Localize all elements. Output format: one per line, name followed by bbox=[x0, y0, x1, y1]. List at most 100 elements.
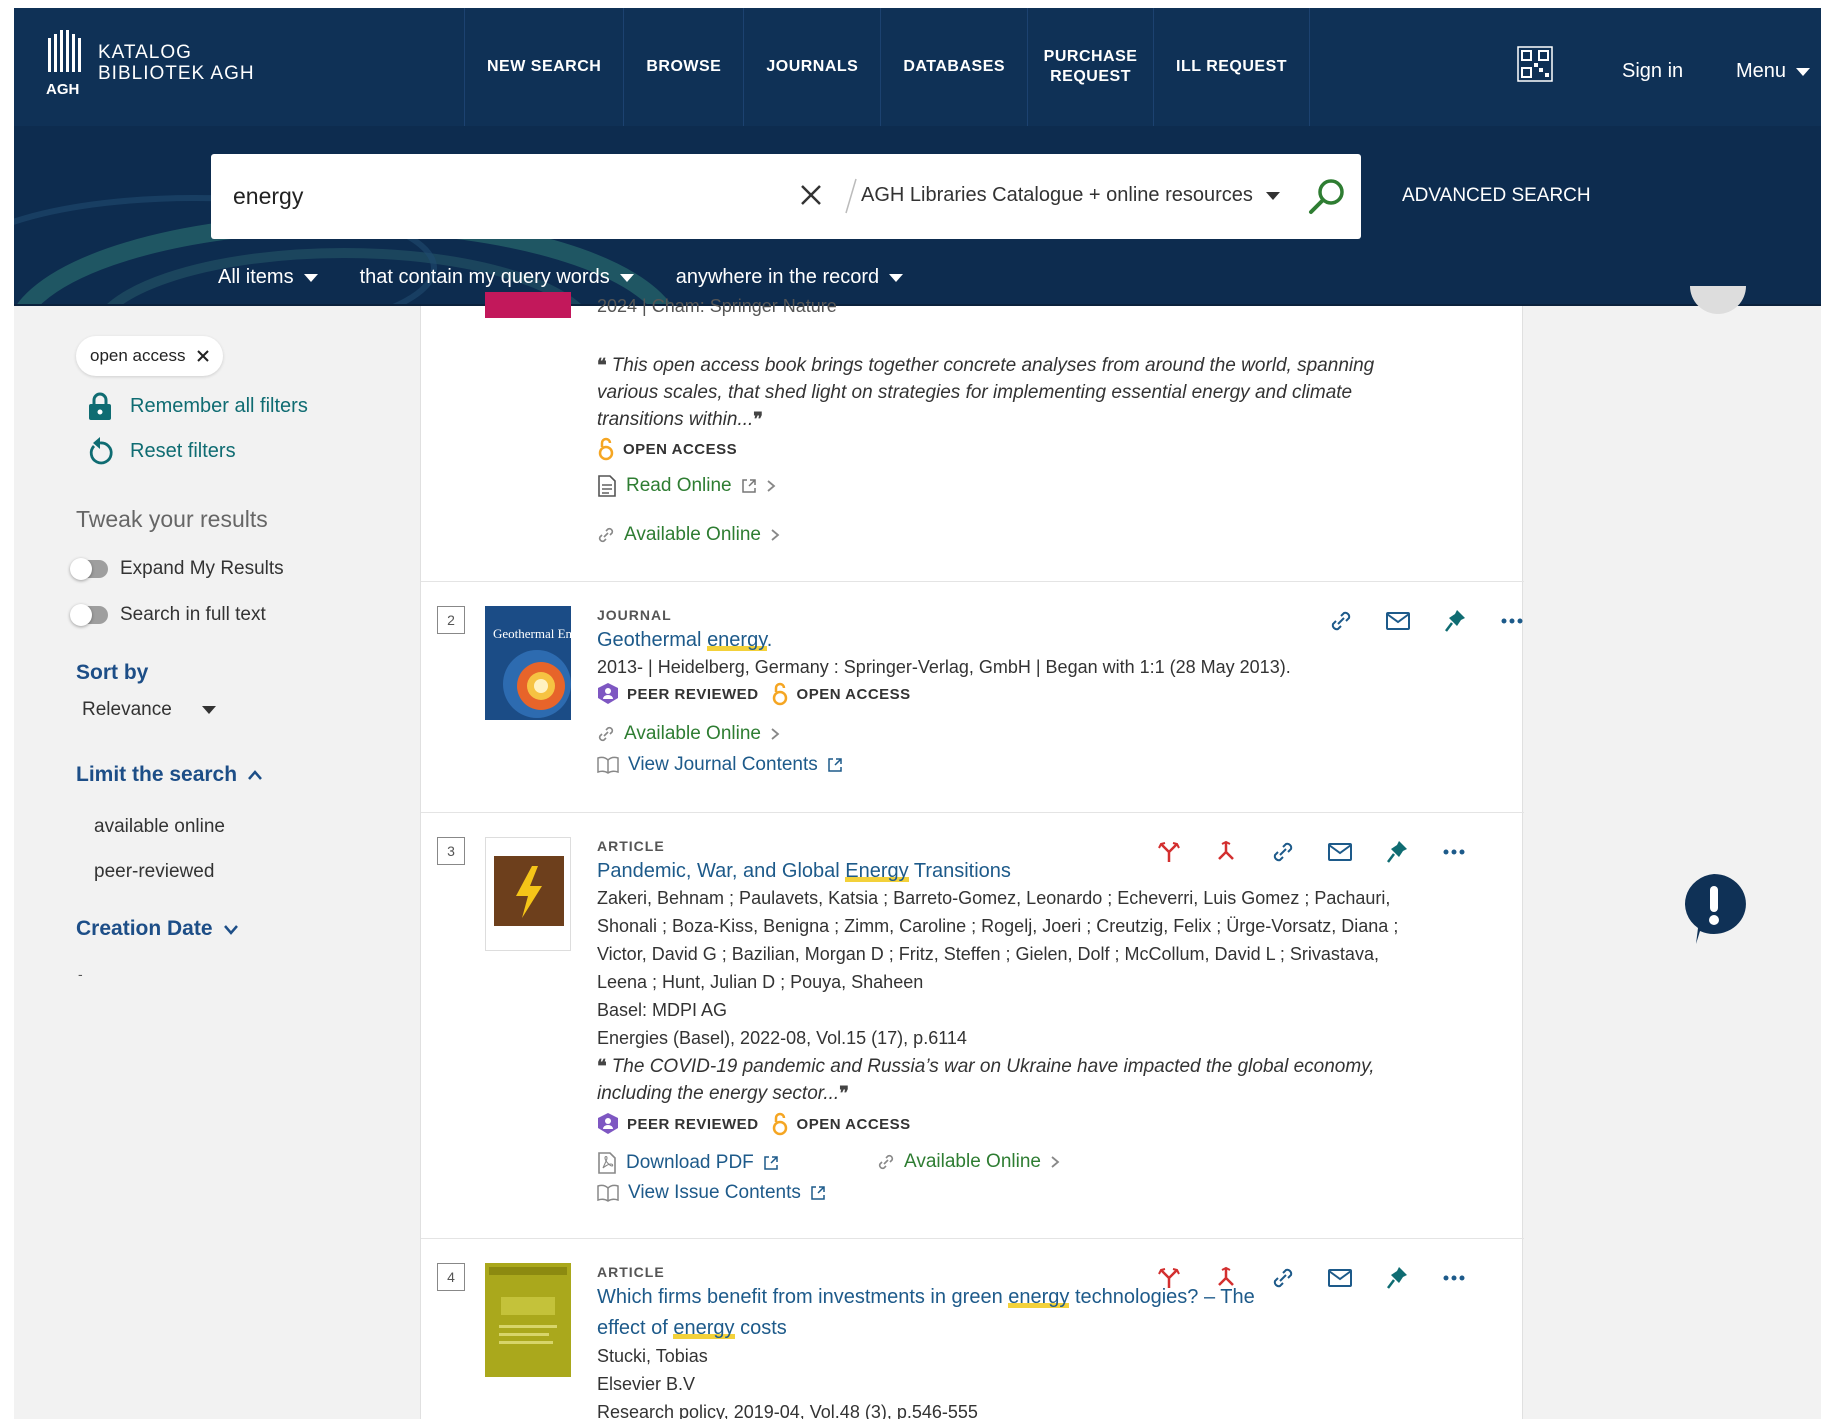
logo-line-2: BIBLIOTEK AGH bbox=[98, 63, 255, 84]
sort-select[interactable]: Relevance bbox=[82, 699, 216, 721]
more-options-icon[interactable] bbox=[1436, 834, 1472, 870]
peer-reviewed-icon bbox=[598, 683, 618, 704]
more-options-icon[interactable] bbox=[1494, 603, 1530, 639]
match-filter[interactable]: that contain my query words bbox=[360, 266, 634, 289]
journal-cover-thumbnail[interactable]: Geothermal Energy bbox=[485, 606, 571, 720]
active-filter-chip[interactable]: open access bbox=[76, 336, 224, 376]
chevron-down-icon bbox=[619, 273, 634, 282]
limit-available-online[interactable]: available online bbox=[94, 816, 225, 838]
item-type-filter[interactable]: All items bbox=[218, 266, 318, 289]
search-box: AGH Libraries Catalogue + online resourc… bbox=[211, 154, 1361, 239]
chevron-right-icon bbox=[767, 480, 776, 492]
logo[interactable]: AGH KATALOG BIBLIOTEK AGH bbox=[46, 30, 255, 100]
link-icon bbox=[878, 1154, 894, 1170]
permalink-icon[interactable] bbox=[1265, 834, 1301, 870]
peer-reviewed-icon bbox=[598, 1113, 618, 1134]
advanced-search-link[interactable]: ADVANCED SEARCH bbox=[1402, 185, 1591, 207]
chevron-right-icon bbox=[771, 728, 780, 740]
record-title[interactable]: Geothermal energy. bbox=[597, 625, 772, 656]
available-online-link[interactable]: Available Online bbox=[597, 723, 780, 745]
reset-filters-link[interactable]: Reset filters bbox=[86, 436, 236, 466]
chevron-down-icon bbox=[889, 273, 904, 282]
limit-search-facet[interactable]: Limit the search bbox=[76, 763, 263, 787]
peer-reviewed-badge: PEER REVIEWED bbox=[597, 682, 759, 706]
record-type: ARTICLE bbox=[597, 1264, 665, 1280]
creation-date-facet[interactable]: Creation Date bbox=[76, 917, 239, 941]
title-part: effect of bbox=[597, 1317, 674, 1339]
citing-this-icon[interactable] bbox=[1208, 1260, 1244, 1296]
sign-in-link[interactable]: Sign in bbox=[1622, 60, 1683, 83]
chevron-down-icon bbox=[1796, 67, 1811, 76]
email-icon[interactable] bbox=[1380, 603, 1416, 639]
pdf-icon bbox=[598, 1152, 616, 1174]
read-online-label: Read Online bbox=[626, 475, 732, 496]
qr-code-icon[interactable] bbox=[1517, 46, 1553, 82]
book-open-icon bbox=[597, 756, 619, 774]
pin-icon[interactable] bbox=[1379, 1260, 1415, 1296]
record-authors: Zakeri, Behnam ; Paulavets, Katsia ; Bar… bbox=[597, 888, 1391, 908]
open-access-badge: OPEN ACCESS bbox=[597, 437, 737, 461]
available-online-link[interactable]: Available Online bbox=[597, 524, 780, 546]
toggle-switch[interactable] bbox=[70, 558, 108, 580]
cited-by-icon[interactable] bbox=[1151, 1260, 1187, 1296]
search-scope-select[interactable]: AGH Libraries Catalogue + online resourc… bbox=[861, 184, 1253, 207]
chevron-down-icon bbox=[201, 706, 216, 714]
peer-reviewed-label: PEER REVIEWED bbox=[627, 685, 759, 703]
lock-icon bbox=[89, 392, 111, 420]
view-issue-contents-link[interactable]: View Issue Contents bbox=[597, 1182, 826, 1204]
field-label: anywhere in the record bbox=[675, 266, 880, 288]
citing-this-icon[interactable] bbox=[1208, 834, 1244, 870]
date-range-placeholder: - bbox=[78, 966, 83, 982]
email-icon[interactable] bbox=[1322, 1260, 1358, 1296]
pin-icon[interactable] bbox=[1437, 603, 1473, 639]
title-highlight: energy bbox=[673, 1317, 735, 1339]
record-title[interactable]: Pandemic, War, and Global Energy Transit… bbox=[597, 856, 1011, 887]
record-badges: PEER REVIEWED OPEN ACCESS bbox=[597, 682, 911, 706]
available-online-link[interactable]: Available Online bbox=[877, 1151, 1060, 1173]
nav-browse[interactable]: BROWSE bbox=[624, 8, 745, 126]
search-icon[interactable] bbox=[1305, 174, 1349, 218]
nav-purchase-request[interactable]: PURCHASE REQUEST bbox=[1028, 8, 1155, 126]
nav-ill-request[interactable]: ILL REQUEST bbox=[1154, 8, 1311, 126]
field-filter[interactable]: anywhere in the record bbox=[675, 266, 904, 289]
nav-new-search[interactable]: NEW SEARCH bbox=[464, 8, 625, 126]
limit-peer-reviewed[interactable]: peer-reviewed bbox=[94, 861, 214, 883]
record-publication-info: 2013- | Heidelberg, Germany : Springer-V… bbox=[597, 657, 1291, 677]
record-authors: Stucki, Tobias bbox=[597, 1346, 708, 1366]
remember-filters-link[interactable]: Remember all filters bbox=[86, 391, 308, 421]
journal-cover-thumbnail[interactable] bbox=[485, 1263, 571, 1377]
pin-icon[interactable] bbox=[1379, 834, 1415, 870]
nav-journals[interactable]: JOURNALS bbox=[744, 8, 882, 126]
book-cover-thumbnail[interactable] bbox=[485, 292, 571, 318]
results-list: 2024 | Cham: Springer Nature ❝ This open… bbox=[420, 292, 1524, 1419]
view-journal-contents-link[interactable]: View Journal Contents bbox=[597, 754, 843, 776]
creation-date-label: Creation Date bbox=[76, 917, 213, 940]
search-input[interactable] bbox=[233, 176, 773, 216]
scroll-top-button[interactable] bbox=[1690, 286, 1746, 314]
peer-reviewed-badge: PEER REVIEWED bbox=[597, 1112, 759, 1136]
menu-button[interactable]: Menu bbox=[1736, 60, 1811, 83]
record-actions bbox=[1323, 603, 1530, 639]
result-item: 2 Geothermal Energy JOURNAL Geothermal e… bbox=[421, 583, 1524, 813]
clear-search-icon[interactable] bbox=[793, 177, 829, 213]
nav-databases[interactable]: DATABASES bbox=[881, 8, 1029, 126]
article-thumbnail[interactable] bbox=[485, 837, 571, 951]
fulltext-toggle[interactable]: Search in full text bbox=[70, 604, 266, 626]
cited-by-icon[interactable] bbox=[1151, 834, 1187, 870]
download-pdf-link[interactable]: Download PDF bbox=[597, 1151, 779, 1175]
read-online-link[interactable]: Read Online bbox=[597, 474, 776, 498]
expand-results-toggle[interactable]: Expand My Results bbox=[70, 558, 284, 580]
more-options-icon[interactable] bbox=[1436, 1260, 1472, 1296]
result-item: 2024 | Cham: Springer Nature ❝ This open… bbox=[421, 292, 1524, 582]
remove-filter-icon[interactable] bbox=[195, 348, 211, 364]
logo-abbr: AGH bbox=[46, 81, 79, 98]
download-pdf-label: Download PDF bbox=[626, 1152, 754, 1173]
feedback-icon[interactable] bbox=[1678, 870, 1750, 950]
item-type-label: All items bbox=[218, 266, 294, 288]
scope-dropdown-icon[interactable] bbox=[1266, 192, 1280, 200]
chip-label: open access bbox=[90, 346, 186, 365]
permalink-icon[interactable] bbox=[1265, 1260, 1301, 1296]
toggle-switch[interactable] bbox=[70, 604, 108, 626]
permalink-icon[interactable] bbox=[1323, 603, 1359, 639]
email-icon[interactable] bbox=[1322, 834, 1358, 870]
